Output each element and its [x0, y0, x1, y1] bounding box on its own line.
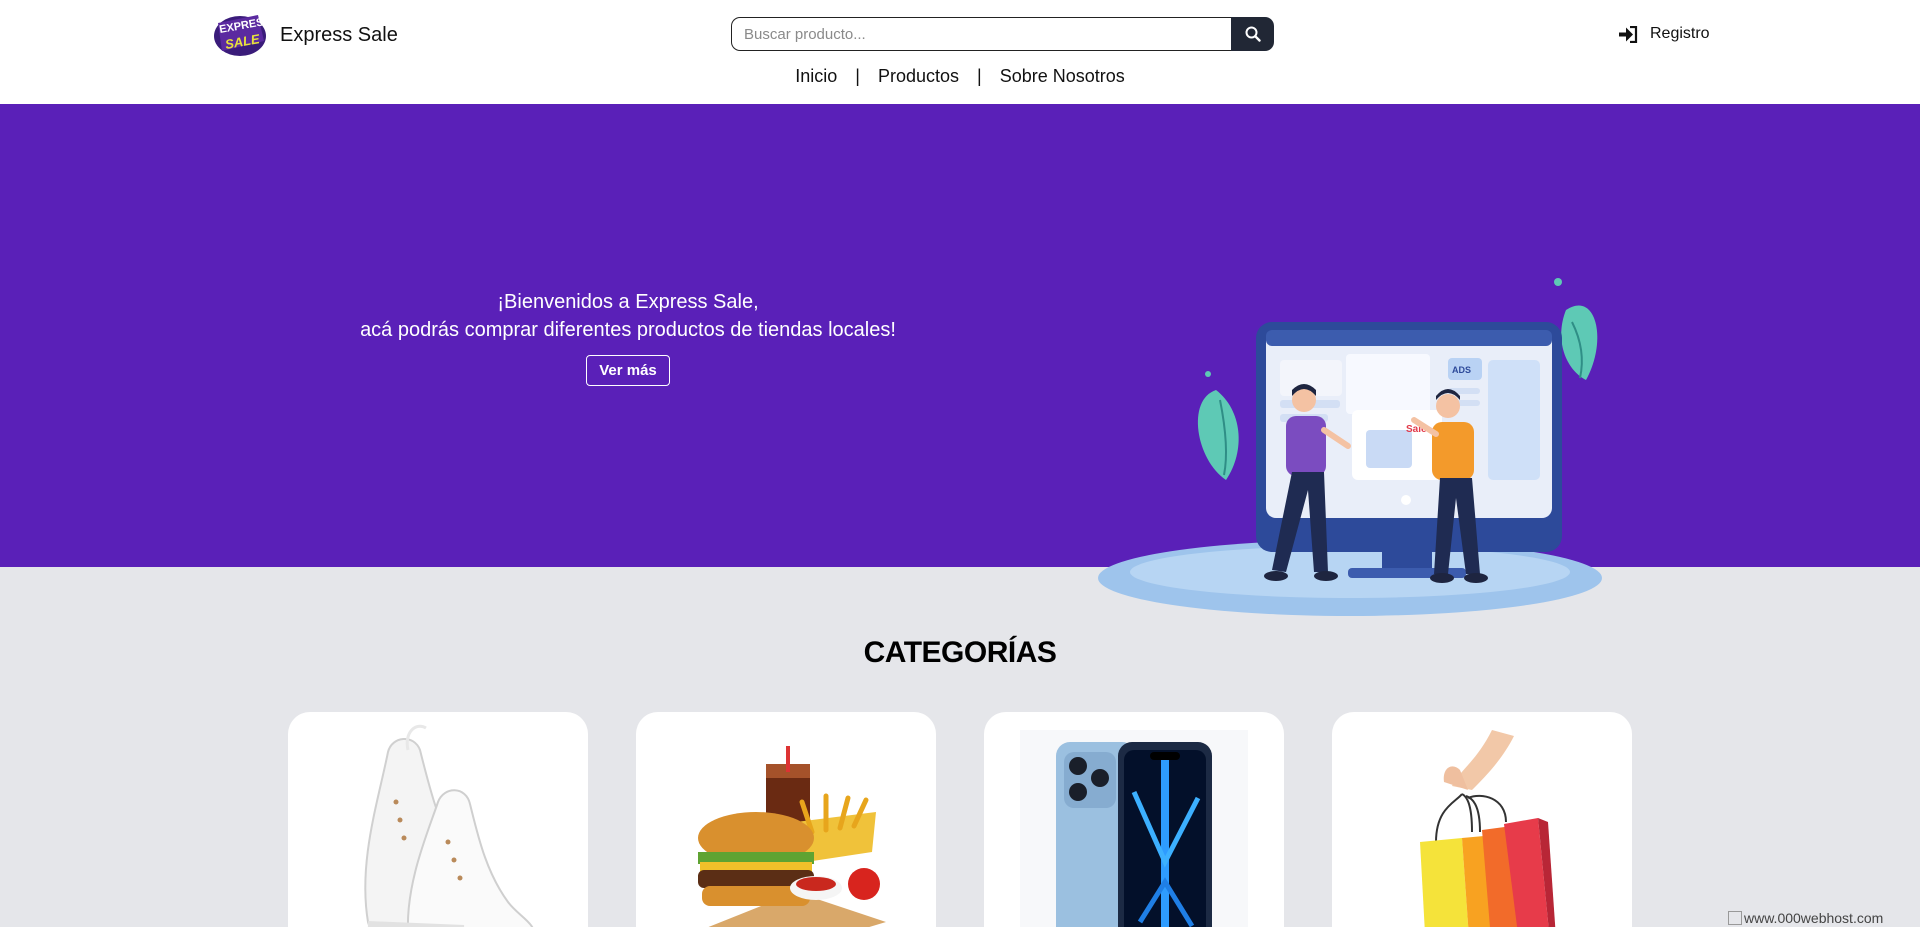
online-shopping-illustration: Sale ADS: [1098, 278, 1602, 616]
smartphone-image: [1020, 730, 1248, 927]
top-header: EXPRESS SALE Express Sale Registro Inici…: [0, 0, 1920, 104]
category-card-shoes[interactable]: [288, 712, 588, 927]
nav-item-sobre-nosotros[interactable]: Sobre Nosotros: [996, 66, 1129, 87]
main-nav: Inicio | Productos | Sobre Nosotros: [0, 66, 1920, 87]
ver-mas-button[interactable]: Ver más: [586, 355, 670, 386]
search-button[interactable]: [1231, 17, 1274, 51]
search-icon: [1245, 26, 1261, 42]
sign-in-icon: [1619, 25, 1638, 43]
shopping-bags-image: [1420, 730, 1556, 927]
search-bar: [731, 17, 1274, 51]
register-link[interactable]: Registro: [1619, 22, 1710, 46]
category-card-electronics[interactable]: [984, 712, 1284, 927]
hero-banner: ¡Bienvenidos a Express Sale, acá podrás …: [0, 104, 1920, 616]
category-card-food[interactable]: [636, 712, 936, 927]
hero-description-line: acá podrás comprar diferentes productos …: [360, 319, 896, 341]
category-card-shopping[interactable]: [1332, 712, 1632, 927]
nav-item-inicio[interactable]: Inicio: [791, 66, 841, 87]
brand-name: Express Sale: [280, 23, 398, 46]
nav-item-productos[interactable]: Productos: [874, 66, 963, 87]
express-sale-logo: EXPRESS SALE: [214, 15, 268, 56]
categories-title: CATEGORÍAS: [863, 636, 1057, 669]
register-label: Registro: [1650, 25, 1710, 42]
broken-image-icon: [1728, 911, 1742, 925]
webhost-badge-alt: www.000webhost.com: [1744, 910, 1884, 926]
svg-text:ADS: ADS: [1452, 365, 1471, 375]
nav-separator: |: [977, 66, 982, 86]
brand[interactable]: EXPRESS SALE Express Sale: [212, 10, 398, 60]
search-input[interactable]: [731, 17, 1231, 51]
sneakers-image: [364, 724, 534, 927]
hero-welcome-line: ¡Bienvenidos a Express Sale,: [497, 291, 759, 313]
webhost-badge[interactable]: www.000webhost.com: [1728, 910, 1883, 926]
hero-text: ¡Bienvenidos a Express Sale, acá podrás …: [300, 288, 956, 386]
burger-fries-image: [698, 746, 886, 927]
nav-separator: |: [855, 66, 860, 86]
